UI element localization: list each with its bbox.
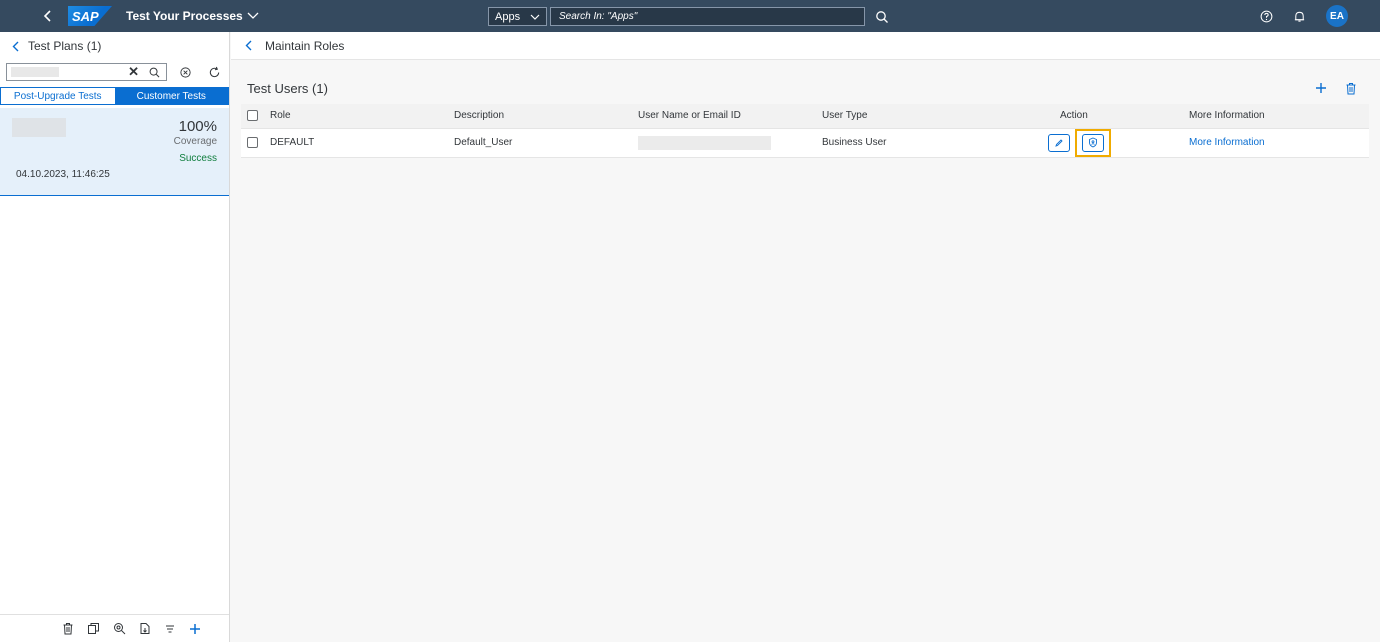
assign-role-button[interactable]	[1082, 133, 1104, 152]
coverage-value: 100%	[178, 118, 217, 135]
column-header-description[interactable]: Description	[454, 104, 638, 129]
search-scope-value: Apps	[495, 10, 521, 23]
document-export-icon	[140, 623, 150, 634]
highlighted-action	[1075, 128, 1111, 157]
masked-search-value	[11, 67, 59, 77]
search-icon[interactable]	[149, 67, 160, 78]
app-title: Test Your Processes	[126, 9, 243, 23]
add-icon	[1316, 82, 1326, 93]
user-name-cell	[638, 128, 822, 158]
description-cell: Default_User	[454, 128, 638, 158]
global-search: Apps Search In: "Apps"	[488, 7, 889, 26]
sap-logo[interactable]: SAP	[68, 6, 112, 26]
table-actions	[1315, 82, 1357, 95]
user-type-cell: Business User	[822, 128, 1048, 158]
plan-search-row: ✕	[6, 63, 221, 81]
back-button[interactable]	[30, 0, 66, 32]
more-information-link[interactable]: More Information	[1189, 137, 1265, 148]
help-icon[interactable]	[1260, 10, 1273, 23]
more-information-cell: More Information	[1189, 128, 1369, 158]
refresh-icon[interactable]	[208, 66, 221, 79]
sort-icon	[166, 624, 174, 633]
add-user-button[interactable]	[1315, 82, 1327, 95]
user-avatar[interactable]: EA	[1326, 5, 1348, 27]
plan-type-segmented: Post-Upgrade Tests Customer Tests	[0, 87, 229, 105]
shell-bar: SAP Test Your Processes Apps Search In: …	[0, 0, 1380, 32]
copy-icon	[88, 623, 99, 634]
status-badge: Success	[179, 153, 217, 164]
search-icon[interactable]	[875, 10, 889, 24]
clear-icon[interactable]: ✕	[128, 64, 139, 80]
shell-actions: EA	[1260, 0, 1348, 32]
test-plan-item[interactable]: 100% Coverage Success 04.10.2023, 11:46:…	[0, 108, 229, 196]
delete-button[interactable]	[62, 622, 74, 635]
search-settings-icon	[114, 623, 126, 635]
discover-button[interactable]	[113, 622, 126, 635]
tab-post-upgrade-tests[interactable]: Post-Upgrade Tests	[1, 88, 115, 104]
tab-customer-tests[interactable]: Customer Tests	[114, 88, 228, 104]
add-plan-button[interactable]	[189, 623, 201, 635]
search-input[interactable]: Search In: "Apps"	[550, 7, 865, 26]
add-icon	[190, 623, 200, 634]
chevron-down-icon	[247, 12, 259, 19]
shield-icon	[1089, 137, 1097, 148]
breadcrumb: Maintain Roles	[231, 32, 1380, 60]
table-toolbar: Test Users (1)	[241, 72, 1369, 104]
copy-button[interactable]	[87, 622, 100, 635]
row-checkbox[interactable]	[247, 136, 258, 148]
table-header-row: Role Description User Name or Email ID U…	[241, 104, 1369, 129]
plan-footer-toolbar	[0, 614, 229, 642]
plan-search-input[interactable]: ✕	[6, 63, 167, 81]
test-plans-panel: Test Plans (1) ✕ Post-Upgrade Tests Cust…	[0, 32, 230, 642]
column-header-action[interactable]: Action	[1048, 104, 1189, 129]
chevron-left-icon	[245, 40, 252, 51]
select-all-checkbox[interactable]	[247, 110, 258, 122]
masked-plan-name	[12, 118, 66, 137]
test-plans-header[interactable]: Test Plans (1)	[0, 32, 229, 60]
edit-button[interactable]	[1048, 133, 1070, 152]
plan-timestamp: 04.10.2023, 11:46:25	[16, 169, 110, 180]
column-header-more-information[interactable]: More Information	[1189, 104, 1369, 129]
sort-button[interactable]	[164, 623, 176, 635]
export-button[interactable]	[139, 622, 151, 635]
trash-icon	[63, 623, 73, 635]
role-cell: DEFAULT	[270, 128, 454, 158]
coverage-label: Coverage	[173, 136, 217, 147]
page-title: Maintain Roles	[265, 38, 345, 53]
navigate-back-button[interactable]	[245, 40, 253, 51]
delete-user-button[interactable]	[1345, 82, 1357, 95]
trash-icon	[1346, 82, 1356, 94]
column-header-user-type[interactable]: User Type	[822, 104, 1048, 129]
table-row[interactable]: DEFAULT Default_User Business User More …	[241, 128, 1369, 158]
chevron-left-icon	[43, 10, 51, 22]
chevron-left-icon	[12, 41, 19, 51]
app-title-menu[interactable]: Test Your Processes	[126, 9, 259, 23]
chevron-down-icon	[530, 14, 540, 20]
test-users-table: Role Description User Name or Email ID U…	[241, 104, 1369, 158]
column-header-user-name[interactable]: User Name or Email ID	[638, 104, 822, 129]
test-plans-title: Test Plans (1)	[28, 39, 102, 53]
test-users-panel: Test Users (1) Role Description User Nam…	[241, 72, 1369, 158]
filter-clear-icon[interactable]	[179, 66, 192, 79]
bell-icon[interactable]	[1293, 10, 1306, 23]
masked-user-name	[638, 135, 771, 150]
column-header-role[interactable]: Role	[270, 104, 454, 129]
search-scope-select[interactable]: Apps	[488, 7, 547, 26]
pencil-icon	[1055, 138, 1063, 147]
action-cell	[1048, 128, 1189, 158]
table-title: Test Users (1)	[247, 80, 328, 96]
